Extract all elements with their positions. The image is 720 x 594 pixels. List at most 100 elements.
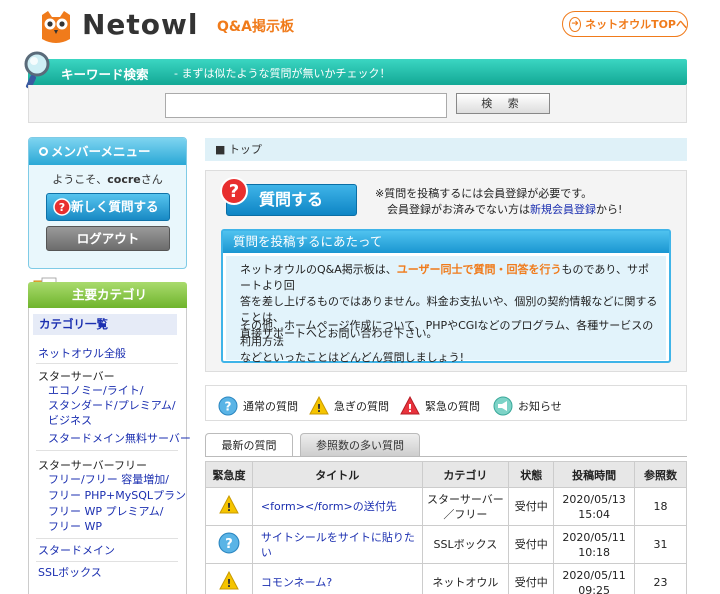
- question-icon: ?: [53, 198, 71, 216]
- category-free-wp-premium[interactable]: フリー WP プレミアム/: [48, 504, 163, 520]
- new-question-button[interactable]: ? 新しく質問する: [46, 193, 170, 221]
- status-cell: 受付中: [508, 487, 555, 526]
- category-list-link[interactable]: カテゴリ一覧: [33, 314, 177, 335]
- category-free-capacity[interactable]: フリー/フリー 容量増加/: [48, 472, 169, 488]
- posted-date: 2020/05/13: [562, 492, 626, 506]
- category-cell: SSLボックス: [421, 525, 510, 564]
- category-economy-light[interactable]: エコノミー/ライト/: [48, 383, 143, 399]
- warning-icon: !: [309, 396, 329, 415]
- tab-divider: [205, 456, 687, 457]
- column-header: 参照数: [634, 461, 687, 488]
- table-header-row: 緊急度 タイトル カテゴリ 状態 投稿時間 参照数: [205, 461, 687, 488]
- category-text: SSLボックス: [433, 538, 498, 551]
- status-cell: 受付中: [508, 525, 555, 564]
- svg-text:?: ?: [59, 201, 65, 214]
- legend-notice-label: お知らせ: [518, 400, 562, 413]
- guide-paragraph-2: その他、ホームページ作成について、PHPやCGIなどのプログラム、各種サービスの…: [240, 318, 658, 366]
- username: cocre: [107, 173, 141, 186]
- posted-time-cell: 2020/05/13 15:04: [553, 487, 636, 526]
- questions-table: 緊急度 タイトル カテゴリ 状態 投稿時間 参照数 ! <form></form…: [205, 461, 687, 594]
- urgency-cell: !: [205, 563, 253, 594]
- legend-normal-label: 通常の質問: [243, 400, 298, 413]
- owl-logo-icon[interactable]: [38, 9, 74, 45]
- new-question-label: 新しく質問する: [71, 199, 159, 214]
- welcome-message: ようこそ、cocreさん: [29, 171, 186, 187]
- table-row[interactable]: ! コモンネーム? ネットオウル 受付中 2020/05/11 09:25 23: [205, 563, 687, 594]
- posted-time: 10:18: [578, 545, 610, 559]
- member-menu-title: メンバーメニュー: [51, 144, 151, 159]
- category-business[interactable]: ビジネス: [48, 413, 92, 429]
- breadcrumb: ■ トップ: [205, 138, 687, 161]
- svg-text:?: ?: [225, 400, 232, 414]
- top-link-label: ネットオウルTOPへ: [585, 18, 687, 31]
- question-circle-icon: ?: [218, 396, 238, 416]
- question-title-link[interactable]: サイトシールをサイトに貼りたい: [251, 525, 423, 564]
- guide-text: その他、ホームページ作成について、PHPやCGIなどのプログラム、各種サービスの…: [240, 319, 654, 348]
- arrow-right-icon: ➜: [569, 16, 582, 32]
- guide-highlight: ユーザー同士で質問・回答を行う: [396, 263, 562, 276]
- guide-title: 質問を投稿するにあたって: [223, 231, 669, 253]
- posted-time-cell: 2020/05/11 09:25: [553, 563, 636, 594]
- tab-popular-questions[interactable]: 参照数の多い質問: [300, 433, 420, 457]
- alert-icon: !: [400, 396, 420, 415]
- legend-urgent-label: 急ぎの質問: [334, 400, 389, 413]
- svg-text:?: ?: [229, 181, 239, 202]
- search-button[interactable]: 検 索: [456, 93, 550, 114]
- views-cell: 23: [634, 563, 687, 594]
- logout-button[interactable]: ログアウト: [46, 226, 170, 251]
- category-stardomain-free-server[interactable]: スタードメイン無料サーバー: [48, 431, 191, 447]
- register-link[interactable]: 新規会員登録: [530, 203, 596, 216]
- table-row[interactable]: ? サイトシールをサイトに貼りたい SSLボックス 受付中 2020/05/11…: [205, 525, 687, 564]
- divider: [36, 538, 178, 539]
- legend-notice: お知らせ: [493, 396, 562, 416]
- member-menu: メンバーメニュー ようこそ、cocreさん ? 新しく質問する ログアウト: [28, 137, 187, 269]
- search-input[interactable]: [165, 93, 447, 118]
- header: Netowl Q&A掲示板 ➜ ネットオウルTOPへ: [0, 0, 720, 52]
- table-row[interactable]: ! <form></form>の送付先 スターサーバー ／フリー 受付中 2020…: [205, 487, 687, 526]
- question-circle-icon: ?: [218, 532, 240, 553]
- column-header: 緊急度: [205, 461, 253, 488]
- column-header: 投稿時間: [553, 461, 636, 488]
- legend-emergency: ! 緊急の質問: [400, 396, 480, 416]
- column-header: カテゴリ: [421, 461, 510, 488]
- magnifier-icon: [24, 51, 50, 89]
- category-netowl-general[interactable]: ネットオウル全般: [38, 346, 126, 362]
- category-cell: スターサーバー ／フリー: [421, 487, 510, 526]
- question-title-link[interactable]: コモンネーム?: [251, 563, 423, 594]
- qa-board-title: Q&A掲示板: [217, 19, 294, 35]
- views-cell: 18: [634, 487, 687, 526]
- category-stardomain[interactable]: スタードメイン: [38, 543, 115, 559]
- category-cell: ネットオウル: [421, 563, 510, 594]
- posted-date: 2020/05/11: [562, 568, 626, 582]
- search-header: キーワード検索 - まずは似たような質問が無いかチェック！: [28, 59, 687, 85]
- tab-latest-questions[interactable]: 最新の質問: [205, 433, 293, 457]
- category-text: スターサーバー: [427, 492, 504, 506]
- guide-text: ネットオウルのQ&A掲示板は、: [240, 263, 397, 276]
- divider: [36, 363, 178, 364]
- category-free-wp[interactable]: フリー WP: [48, 519, 102, 535]
- netowl-top-link[interactable]: ➜ ネットオウルTOPへ: [562, 11, 688, 37]
- circle-icon: [39, 147, 48, 156]
- divider: [36, 450, 178, 451]
- category-free-php-mysql[interactable]: フリー PHP+MySQLプラン: [48, 488, 186, 504]
- notice-text: 会員登録がお済みでない方は: [387, 203, 530, 216]
- category-sslbox[interactable]: SSLボックス: [38, 565, 102, 581]
- svg-text:!: !: [407, 402, 412, 415]
- logo-text[interactable]: Netowl: [82, 8, 199, 41]
- posted-time: 09:25: [578, 583, 610, 594]
- category-standard-premium[interactable]: スタンダード/プレミアム/: [48, 398, 176, 414]
- status-cell: 受付中: [508, 563, 555, 594]
- question-title-link[interactable]: <form></form>の送付先: [251, 487, 423, 526]
- search-title: キーワード検索: [61, 67, 149, 82]
- member-menu-header: メンバーメニュー: [29, 138, 186, 165]
- posted-time-cell: 2020/05/11 10:18: [553, 525, 636, 564]
- guide-text: などといったことはどんどん質問しましょう!: [240, 351, 465, 364]
- category-text: ／フリー: [443, 507, 488, 521]
- welcome-prefix: ようこそ、: [52, 173, 108, 186]
- category-header: 主要カテゴリ: [28, 282, 187, 308]
- urgency-cell: !: [205, 487, 253, 526]
- posted-time: 15:04: [578, 507, 610, 521]
- views-cell: 31: [634, 525, 687, 564]
- registration-notice: ※質問を投稿するには会員登録が必要です。: [375, 187, 593, 200]
- legend-emergency-label: 緊急の質問: [425, 400, 480, 413]
